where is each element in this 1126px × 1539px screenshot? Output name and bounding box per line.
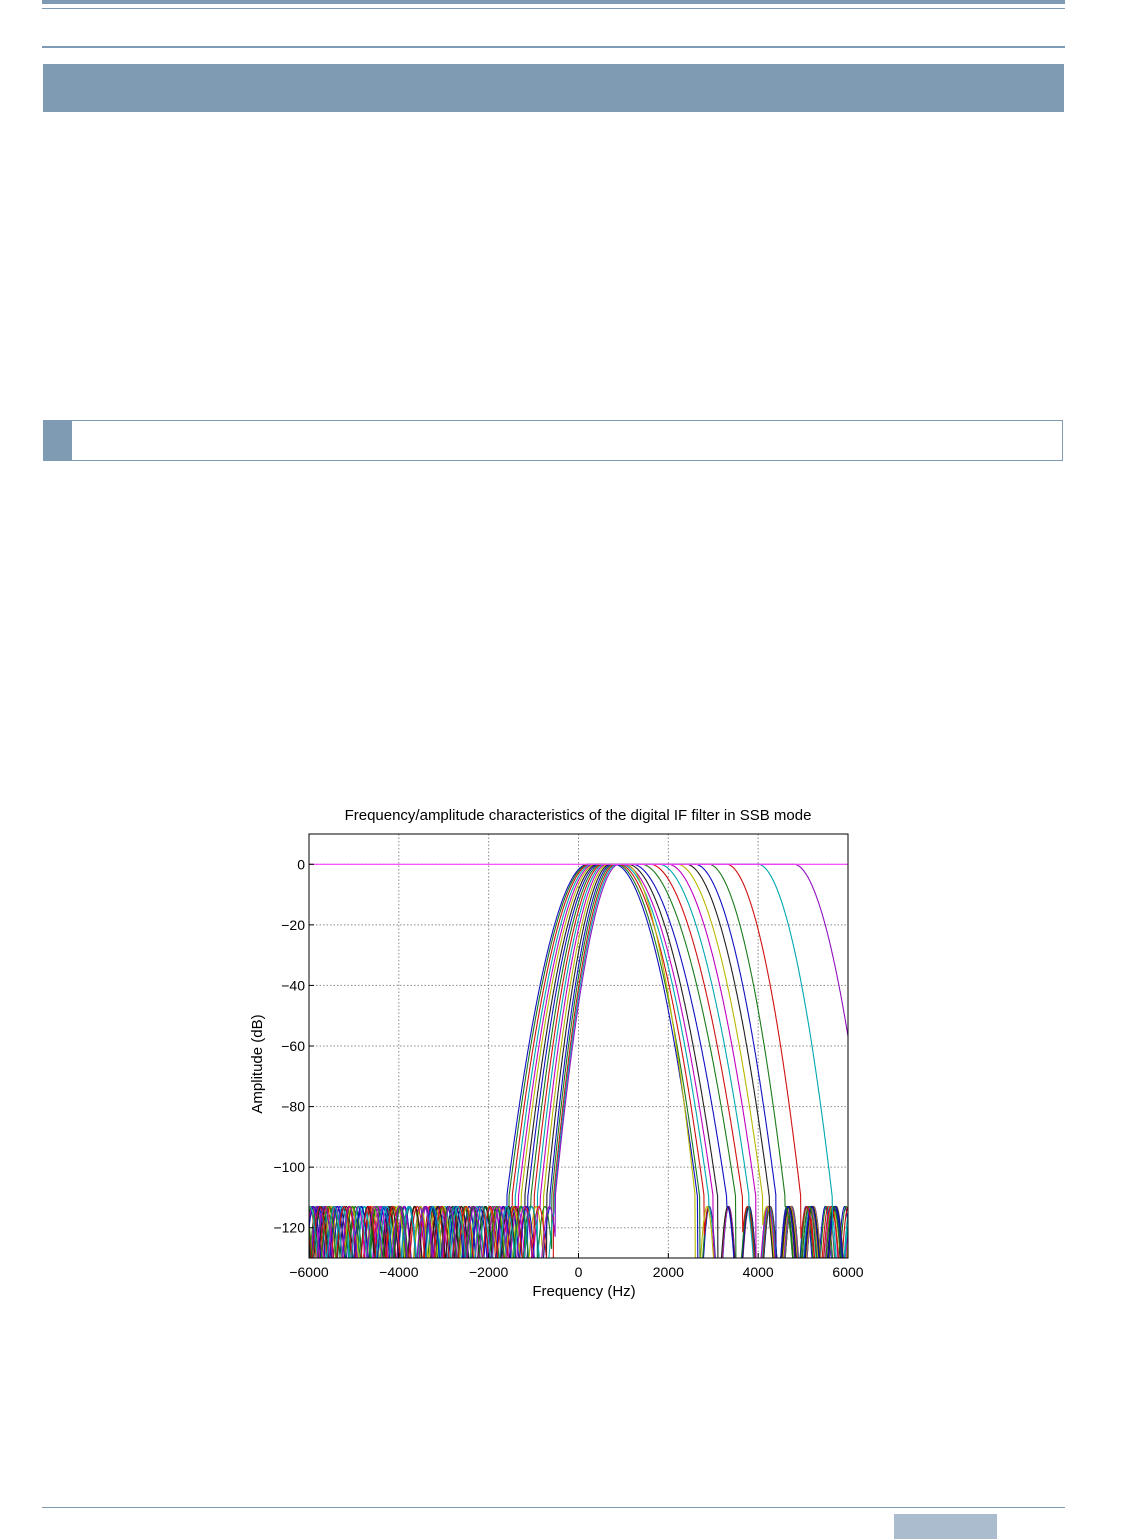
header-thin-rule (42, 8, 1065, 9)
x-tick-label: 0 (575, 1264, 583, 1280)
header-top-bar (42, 0, 1065, 4)
section-marker (44, 421, 72, 460)
y-tick-label: −120 (273, 1220, 305, 1236)
x-tick-label: 4000 (743, 1264, 774, 1280)
header-rule (42, 46, 1065, 48)
footer-rule (42, 1507, 1065, 1508)
title-band (43, 64, 1064, 112)
filter-response-chart: Frequency/amplitude characteristics of t… (236, 796, 876, 1306)
x-axis-label: Frequency (Hz) (532, 1283, 635, 1300)
y-tick-label: −40 (281, 977, 305, 993)
x-tick-label: −2000 (469, 1264, 509, 1280)
x-tick-label: −4000 (379, 1264, 419, 1280)
y-tick-label: −20 (281, 917, 305, 933)
y-tick-label: −100 (273, 1159, 305, 1175)
page-number-tab (894, 1514, 997, 1539)
section-heading-box (43, 420, 1063, 461)
y-axis-label: Amplitude (dB) (249, 1014, 266, 1113)
y-tick-label: 0 (297, 856, 305, 872)
x-tick-label: −6000 (289, 1264, 329, 1280)
chart-title: Frequency/amplitude characteristics of t… (345, 807, 812, 824)
y-tick-label: −80 (281, 1099, 305, 1115)
y-tick-label: −60 (281, 1038, 305, 1054)
x-tick-label: 2000 (653, 1264, 684, 1280)
x-tick-label: 6000 (832, 1264, 863, 1280)
